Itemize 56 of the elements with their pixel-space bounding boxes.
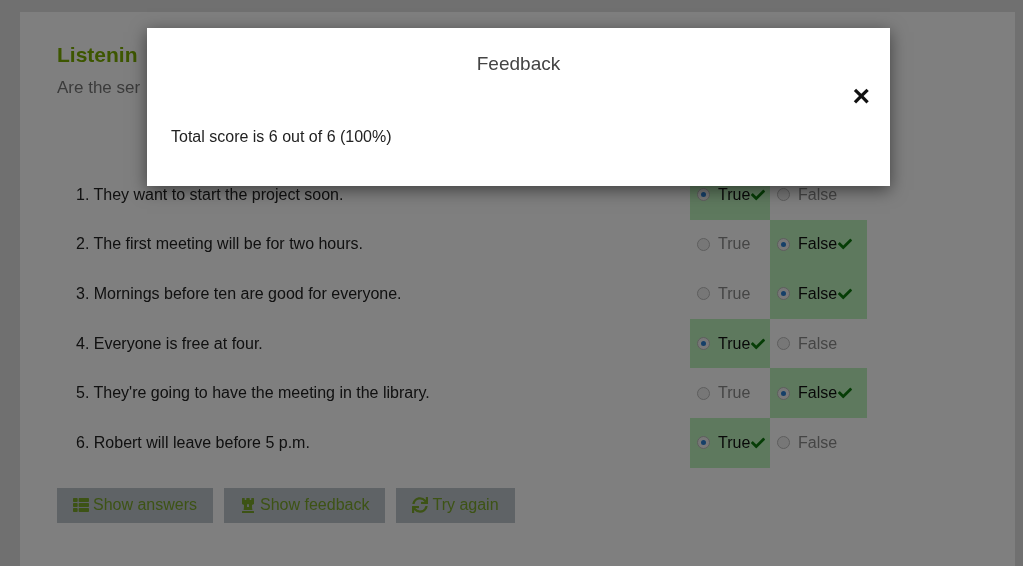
question-text: 3. Mornings before ten are good for everyone.: [75, 284, 403, 304]
check-icon: [837, 287, 854, 301]
option-label: True: [718, 184, 751, 205]
question-text: 2. The first meeting will be for two hours.: [75, 234, 364, 255]
answer-option[interactable]: True: [690, 219, 770, 270]
rook-icon: [240, 497, 257, 514]
radio-button[interactable]: [697, 237, 710, 251]
radio-button[interactable]: [777, 386, 790, 400]
action-button[interactable]: Show feedback: [224, 487, 386, 523]
radio-button[interactable]: [697, 188, 710, 202]
radio-button[interactable]: [777, 237, 790, 251]
exercise-title: Listenin: [57, 42, 138, 68]
list-icon: [73, 497, 89, 514]
check-icon: [750, 187, 767, 202]
radio-button[interactable]: [777, 188, 790, 202]
answer-option[interactable]: False: [770, 417, 867, 468]
radio-button[interactable]: [777, 337, 790, 351]
answer-option[interactable]: False: [770, 219, 867, 270]
dialog-title: Feedback: [476, 52, 561, 76]
question-text: 4. Everyone is free at four.: [75, 333, 264, 354]
option-label: True: [718, 432, 751, 453]
radio-button[interactable]: [697, 386, 710, 400]
option-label: True: [718, 333, 751, 354]
option-label: False: [798, 284, 838, 304]
option-label: False: [798, 432, 838, 453]
close-button[interactable]: ×: [852, 80, 870, 111]
check-icon: [750, 336, 767, 351]
check-icon: [837, 237, 854, 252]
answer-option[interactable]: False: [770, 368, 867, 418]
answer-option[interactable]: True: [690, 269, 770, 319]
action-button[interactable]: Try again: [396, 487, 515, 523]
refresh-icon: [412, 497, 429, 514]
answer-option[interactable]: False: [770, 318, 867, 369]
answer-option[interactable]: False: [770, 269, 867, 319]
option-label: True: [718, 383, 751, 404]
question-text: 6. Robert will leave before 5 p.m.: [75, 432, 311, 453]
question-text: 1. They want to start the project soon.: [75, 184, 345, 205]
radio-button[interactable]: [697, 337, 710, 351]
check-icon: [750, 435, 767, 450]
radio-button[interactable]: [697, 287, 710, 301]
answer-option[interactable]: True: [690, 318, 770, 369]
option-label: True: [718, 234, 751, 255]
answer-option[interactable]: True: [690, 417, 770, 468]
option-label: True: [718, 284, 751, 304]
instructions: Are the ser: [57, 77, 141, 99]
answer-option[interactable]: True: [690, 368, 770, 418]
option-label: False: [798, 333, 838, 354]
action-button[interactable]: Show answers: [57, 487, 214, 523]
radio-button[interactable]: [697, 436, 710, 450]
radio-button[interactable]: [777, 287, 790, 301]
check-icon: [837, 386, 854, 401]
score-message: Total score is 6 out of 6 (100%): [170, 126, 393, 147]
option-label: False: [798, 234, 838, 255]
option-label: False: [798, 383, 838, 404]
question-text: 5. They're going to have the meeting in the library.: [75, 383, 431, 404]
radio-button[interactable]: [777, 436, 790, 450]
